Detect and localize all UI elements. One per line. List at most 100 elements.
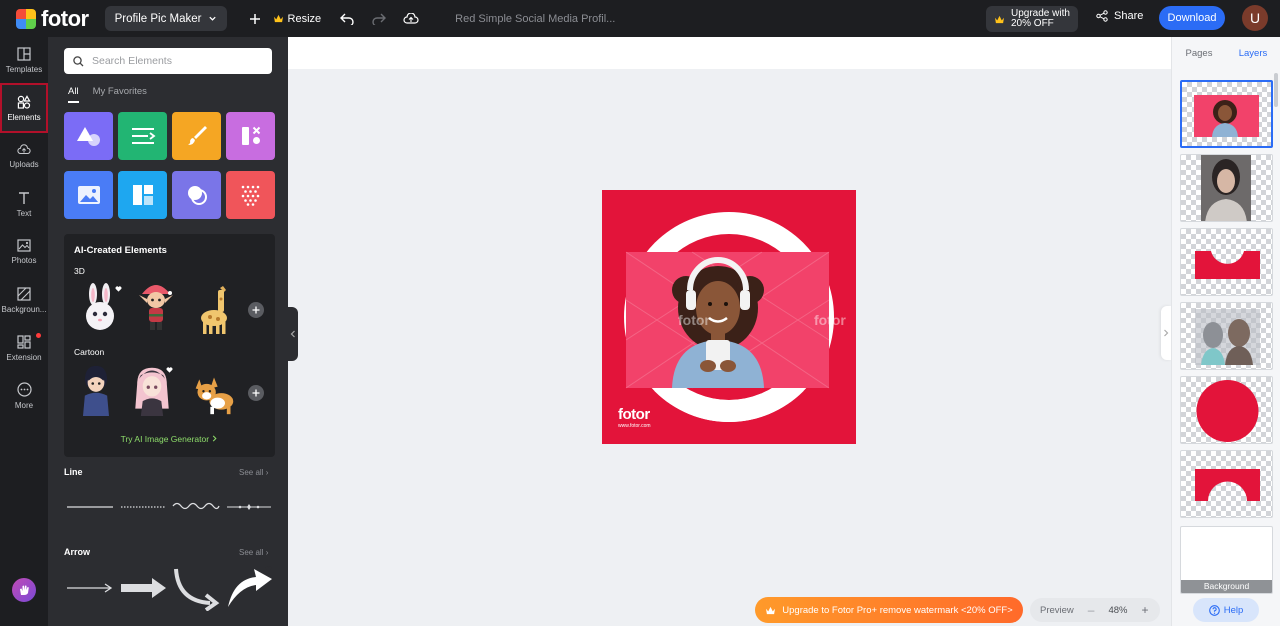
upgrade-promo-button[interactable]: Upgrade to Fotor Pro+ remove watermark <… xyxy=(755,597,1023,623)
wavy-line-sample[interactable] xyxy=(172,500,220,512)
resize-button[interactable]: Resize xyxy=(273,13,321,25)
project-type-dropdown[interactable]: Profile Pic Maker xyxy=(104,6,227,31)
rail-label: Backgroun... xyxy=(1,304,47,314)
tile-patterns[interactable] xyxy=(226,171,275,219)
ornament-line-sample[interactable] xyxy=(226,502,272,512)
rail-item-uploads[interactable]: Uploads xyxy=(0,133,48,179)
photo-icon xyxy=(17,239,31,252)
more-3d-button[interactable] xyxy=(248,302,264,318)
design-canvas[interactable]: fotor fotor fotor www.fotor.com xyxy=(602,190,856,444)
rail-item-text[interactable]: Text xyxy=(0,181,48,227)
layer-faces[interactable] xyxy=(1180,302,1273,370)
rail-item-photos[interactable]: Photos xyxy=(0,229,48,275)
canvas-toolbar-strip xyxy=(288,37,1171,69)
tile-frames[interactable] xyxy=(118,171,167,219)
layer-background[interactable]: Background xyxy=(1180,526,1273,594)
line-see-all[interactable]: See all › xyxy=(239,468,268,477)
heart-icon[interactable] xyxy=(115,286,122,292)
cloud-sync-button[interactable] xyxy=(397,5,425,33)
zoom-value[interactable]: 48% xyxy=(1108,605,1127,616)
dotted-line-sample[interactable] xyxy=(120,503,166,511)
tile-lines[interactable] xyxy=(118,112,167,160)
element-tabs: All My Favorites xyxy=(68,86,161,103)
tab-pages[interactable]: Pages xyxy=(1172,37,1226,69)
add-page-button[interactable] xyxy=(241,5,269,33)
heart-icon[interactable] xyxy=(166,367,173,373)
ai-image-generator-link[interactable]: Try AI Image Generator xyxy=(64,434,275,444)
more-cartoon-button[interactable] xyxy=(248,385,264,401)
arrow-see-all[interactable]: See all › xyxy=(239,548,268,557)
heart-icon[interactable] xyxy=(265,566,272,572)
hand-wave-icon xyxy=(20,585,29,595)
layer-faces-thumb xyxy=(1195,309,1260,365)
tab-all[interactable]: All xyxy=(68,86,79,103)
tile-shapes[interactable] xyxy=(64,112,113,160)
layer-portrait[interactable] xyxy=(1180,154,1273,222)
thin-arrow-sample[interactable] xyxy=(66,582,114,594)
ai-section-cartoon-title: Cartoon xyxy=(74,347,105,357)
preview-button[interactable]: Preview xyxy=(1040,605,1074,616)
tab-layers[interactable]: Layers xyxy=(1226,37,1280,69)
zoom-in-button[interactable]: + xyxy=(1142,603,1149,617)
zoom-out-button[interactable]: – xyxy=(1088,603,1095,617)
rail-item-elements[interactable]: Elements xyxy=(0,83,48,133)
expand-layers-button[interactable] xyxy=(1161,306,1171,360)
ai-section-3d-title: 3D xyxy=(74,266,85,276)
tile-stickers[interactable] xyxy=(172,171,221,219)
lines-icon xyxy=(131,128,155,144)
undo-button[interactable] xyxy=(333,5,361,33)
rail-label: Extension xyxy=(6,352,42,362)
see-all-label: See all xyxy=(239,468,264,477)
share-button[interactable]: Share xyxy=(1096,10,1143,22)
help-button[interactable]: Help xyxy=(1193,598,1259,622)
see-all-label: See all xyxy=(239,548,264,557)
user-avatar[interactable]: U xyxy=(1242,5,1268,31)
layout-grid-icon xyxy=(132,185,153,205)
chevron-down-icon xyxy=(208,16,216,21)
paint-brush-icon xyxy=(187,126,207,145)
corgi-sticker[interactable] xyxy=(192,368,236,420)
fotor-logo[interactable]: fotor xyxy=(16,6,89,32)
assistant-button[interactable] xyxy=(12,578,36,602)
tile-photos[interactable] xyxy=(64,171,113,219)
rail-item-extension[interactable]: Extension xyxy=(0,325,48,371)
arrow-section-title: Arrow xyxy=(64,547,91,557)
rail-label: Text xyxy=(16,208,32,218)
layer-red-circle[interactable] xyxy=(1180,376,1273,444)
layer-red-arch-thumb xyxy=(1195,469,1260,501)
giraffe-3d-sticker[interactable] xyxy=(192,284,236,336)
search-input[interactable] xyxy=(92,55,262,67)
tab-my-favorites[interactable]: My Favorites xyxy=(93,86,147,103)
help-label: Help xyxy=(1223,604,1244,616)
fotor-logo-mark xyxy=(16,8,36,29)
anime-boy-sticker[interactable] xyxy=(74,364,118,416)
crown-icon xyxy=(273,14,283,23)
plus-icon xyxy=(252,389,260,397)
search-box[interactable] xyxy=(64,48,272,74)
elf-3d-sticker[interactable] xyxy=(134,280,178,332)
collapse-panel-button[interactable] xyxy=(288,307,298,361)
upgrade-button[interactable]: Upgrade with 20% OFF xyxy=(986,6,1078,32)
rail-label: Photos xyxy=(11,256,37,265)
curved-arrow-sample[interactable] xyxy=(172,567,220,611)
tile-icons[interactable] xyxy=(226,112,275,160)
tile-illustrations[interactable] xyxy=(172,112,221,160)
redo-button[interactable] xyxy=(365,5,393,33)
bold-arrow-sample[interactable] xyxy=(120,577,168,599)
layer-photo[interactable] xyxy=(1180,80,1273,148)
design-url-text: www.fotor.com xyxy=(618,423,651,429)
rail-item-background[interactable]: Backgroun... xyxy=(0,277,48,323)
rail-item-templates[interactable]: Templates xyxy=(0,37,48,83)
solid-line-sample[interactable] xyxy=(66,503,114,511)
layer-red-shape[interactable] xyxy=(1180,228,1273,296)
logo-text: fotor xyxy=(41,5,89,31)
rail-item-more[interactable]: More xyxy=(0,373,48,419)
watermark-text: fotor xyxy=(678,312,710,328)
layer-red-arch[interactable] xyxy=(1180,450,1273,518)
extension-icon xyxy=(17,334,31,349)
rail-label: Uploads xyxy=(9,159,39,169)
download-button[interactable]: Download xyxy=(1159,6,1225,30)
chevron-right-icon xyxy=(213,435,217,442)
layers-scrollbar[interactable] xyxy=(1274,73,1278,107)
document-title[interactable]: Red Simple Social Media Profil... xyxy=(455,13,615,25)
